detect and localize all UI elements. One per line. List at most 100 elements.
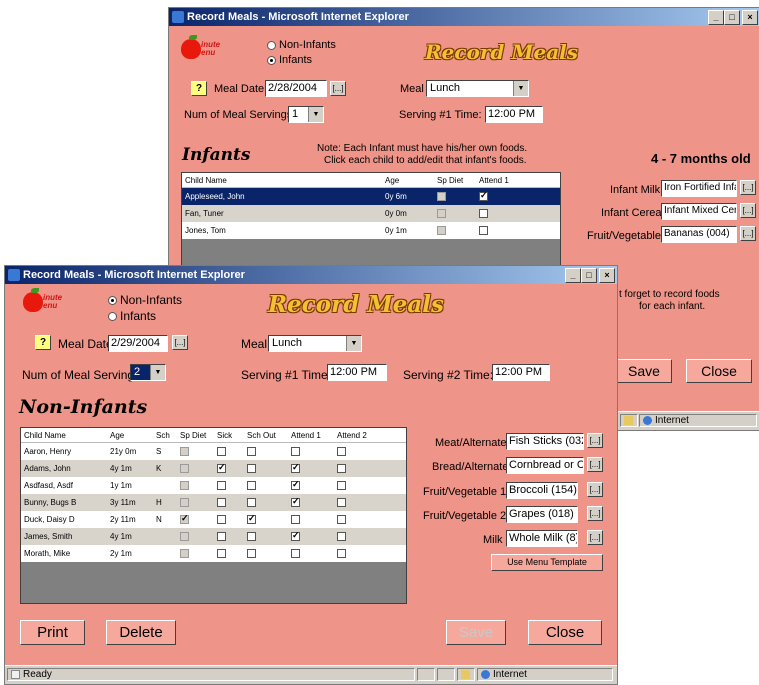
radio-infants[interactable]: Infants: [267, 54, 312, 66]
col-age[interactable]: Age: [107, 428, 153, 443]
infant-cereal-lookup-button[interactable]: [...]: [740, 203, 756, 218]
save-button[interactable]: Save: [616, 359, 672, 383]
back-window-titlebar[interactable]: Record Meals - Microsoft Internet Explor…: [169, 8, 759, 26]
table-row[interactable]: Jones, Tom 0y 1m: [182, 222, 560, 239]
save-button[interactable]: Save: [446, 620, 506, 645]
sch-out-checkbox[interactable]: [247, 532, 256, 542]
col-sch-out[interactable]: Sch Out: [244, 428, 288, 443]
fv2-field[interactable]: Grapes (018): [506, 506, 578, 523]
sp-diet-checkbox[interactable]: [437, 192, 446, 202]
sp-diet-checkbox[interactable]: [180, 447, 189, 457]
fruit-veg-field[interactable]: Bananas (004): [661, 226, 737, 243]
attend1-checkbox[interactable]: [291, 515, 300, 525]
attend1-checkbox[interactable]: [291, 530, 300, 542]
sick-checkbox[interactable]: [217, 498, 226, 508]
maximize-button[interactable]: □: [724, 10, 740, 25]
sp-diet-checkbox[interactable]: [180, 549, 189, 559]
sch-out-checkbox[interactable]: [247, 549, 256, 559]
close-window-button[interactable]: ×: [599, 268, 615, 283]
meal-select[interactable]: Lunch ▼: [268, 335, 362, 352]
serving1-time-field[interactable]: 12:00 PM: [327, 364, 387, 381]
radio-infants[interactable]: Infants: [108, 309, 156, 323]
fruit-veg-lookup-button[interactable]: [...]: [740, 226, 756, 241]
table-row[interactable]: Appleseed, John 0y 6m: [182, 187, 560, 205]
sch-out-checkbox[interactable]: [247, 464, 256, 474]
attend1-checkbox[interactable]: [291, 496, 300, 508]
table-row[interactable]: Asdfasd, Asdf 1y 1m: [21, 477, 406, 494]
sick-checkbox[interactable]: [217, 532, 226, 542]
sch-out-checkbox[interactable]: [247, 447, 256, 457]
table-row[interactable]: Bunny, Bugs B 3y 11m H: [21, 494, 406, 511]
sp-diet-checkbox[interactable]: [437, 209, 446, 219]
attend1-checkbox[interactable]: [479, 190, 488, 202]
fv1-lookup-button[interactable]: [...]: [587, 482, 603, 497]
col-age[interactable]: Age: [382, 173, 434, 188]
meal-select[interactable]: Lunch ▼: [426, 80, 529, 97]
close-window-button[interactable]: ×: [742, 10, 758, 25]
fv1-field[interactable]: Broccoli (154): [506, 482, 578, 499]
close-button[interactable]: Close: [528, 620, 602, 645]
sch-out-checkbox[interactable]: [247, 513, 256, 525]
serving1-time-field[interactable]: 12:00 PM: [485, 106, 543, 123]
table-row[interactable]: Duck, Daisy D 2y 11m N: [21, 511, 406, 528]
sick-checkbox[interactable]: [217, 549, 226, 559]
sp-diet-checkbox[interactable]: [180, 481, 189, 491]
radio-non-infants[interactable]: Non-Infants: [108, 293, 182, 307]
meat-field[interactable]: Fish Sticks (032: [506, 433, 584, 450]
table-row[interactable]: Aaron, Henry 21y 0m S: [21, 442, 406, 460]
print-button[interactable]: Print: [20, 620, 85, 645]
maximize-button[interactable]: □: [581, 268, 597, 283]
attend1-checkbox[interactable]: [291, 462, 300, 474]
num-servings-select[interactable]: 2 ▼: [130, 364, 166, 381]
attend1-checkbox[interactable]: [291, 479, 300, 491]
col-sch[interactable]: Sch: [153, 428, 177, 443]
sp-diet-checkbox[interactable]: [180, 532, 189, 542]
attend1-checkbox[interactable]: [291, 447, 300, 457]
infant-cereal-field[interactable]: Infant Mixed Cer: [661, 203, 737, 220]
radio-non-infants[interactable]: Non-Infants: [267, 39, 336, 51]
milk-lookup-button[interactable]: [...]: [587, 530, 603, 545]
sch-out-checkbox[interactable]: [247, 498, 256, 508]
table-row[interactable]: Fan, Tuner 0y 0m: [182, 205, 560, 222]
table-row[interactable]: James, Smith 4y 1m: [21, 528, 406, 545]
meat-lookup-button[interactable]: [...]: [587, 433, 603, 448]
attend2-checkbox[interactable]: [337, 464, 346, 474]
attend2-checkbox[interactable]: [337, 515, 346, 525]
close-button[interactable]: Close: [686, 359, 752, 383]
col-attend-1[interactable]: Attend 1: [476, 173, 518, 188]
sp-diet-checkbox[interactable]: [180, 464, 189, 474]
table-row[interactable]: Morath, Mike 2y 1m: [21, 545, 406, 562]
sick-checkbox[interactable]: [217, 481, 226, 491]
table-row[interactable]: Adams, John 4y 1m K: [21, 460, 406, 477]
sp-diet-checkbox[interactable]: [437, 226, 446, 236]
col-child-name[interactable]: Child Name: [21, 428, 107, 443]
attend2-checkbox[interactable]: [337, 447, 346, 457]
infant-milk-field[interactable]: Iron Fortified Infa: [661, 180, 737, 197]
sp-diet-checkbox[interactable]: [180, 498, 189, 508]
attend1-checkbox[interactable]: [479, 209, 488, 219]
calendar-button[interactable]: [...]: [330, 81, 346, 96]
sick-checkbox[interactable]: [217, 447, 226, 457]
col-child-name[interactable]: Child Name: [182, 173, 382, 188]
bread-field[interactable]: Cornbread or Co: [506, 457, 584, 474]
milk-field[interactable]: Whole Milk (8): [506, 530, 578, 547]
minimize-button[interactable]: _: [565, 268, 581, 283]
meal-date-field[interactable]: 2/28/2004: [265, 80, 327, 97]
sch-out-checkbox[interactable]: [247, 481, 256, 491]
attend2-checkbox[interactable]: [337, 481, 346, 491]
attend1-checkbox[interactable]: [479, 226, 488, 236]
num-servings-select[interactable]: 1 ▼: [288, 106, 324, 123]
col-attend-1[interactable]: Attend 1: [288, 428, 334, 443]
attend2-checkbox[interactable]: [337, 498, 346, 508]
col-sp-diet[interactable]: Sp Diet: [177, 428, 214, 443]
attend2-checkbox[interactable]: [337, 549, 346, 559]
calendar-button[interactable]: [...]: [172, 335, 188, 350]
sick-checkbox[interactable]: [217, 462, 226, 474]
meal-date-field[interactable]: 2/29/2004: [108, 335, 168, 352]
help-button[interactable]: ?: [191, 81, 207, 96]
sick-checkbox[interactable]: [217, 515, 226, 525]
serving2-time-field[interactable]: 12:00 PM: [492, 364, 550, 381]
col-attend-2[interactable]: Attend 2: [334, 428, 386, 443]
fv2-lookup-button[interactable]: [...]: [587, 506, 603, 521]
front-window-titlebar[interactable]: Record Meals - Microsoft Internet Explor…: [5, 266, 617, 284]
